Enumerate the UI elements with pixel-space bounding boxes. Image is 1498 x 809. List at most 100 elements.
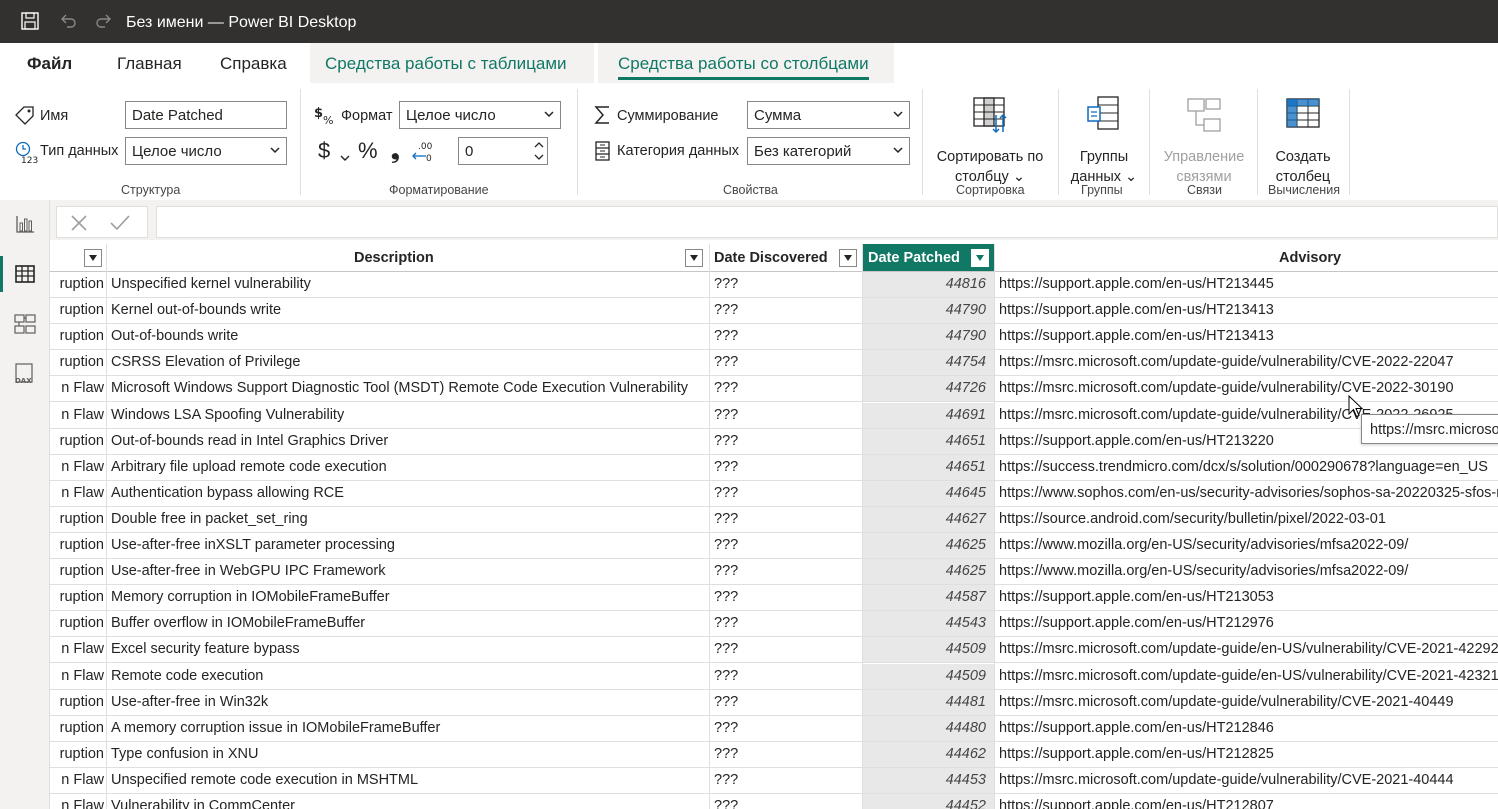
- column-header-date-patched[interactable]: Date Patched: [863, 244, 994, 272]
- cell-type[interactable]: n Flaw: [54, 768, 104, 793]
- cell-date-discovered[interactable]: ???: [714, 481, 858, 506]
- table-row[interactable]: ruption Use-after-free in WebGPU IPC Fram…: [50, 559, 1498, 586]
- cell-advisory[interactable]: https://www.sophos.com/en-us/security-ad…: [999, 481, 1498, 506]
- cell-advisory[interactable]: https://success.trendmicro.com/dcx/s/sol…: [999, 455, 1498, 480]
- cell-description[interactable]: Kernel out-of-bounds write: [111, 298, 705, 323]
- filter-dropdown-icon[interactable]: [839, 249, 857, 267]
- tab-home[interactable]: Главная: [117, 54, 182, 74]
- manage-relationships-button[interactable]: Управление связями: [1155, 95, 1253, 187]
- cell-description[interactable]: Type confusion in XNU: [111, 742, 705, 767]
- cell-date-patched[interactable]: 44790: [863, 298, 994, 324]
- table-row[interactable]: n Flaw Vulnerability in CommCenter??? 4445…: [50, 794, 1498, 809]
- cell-advisory[interactable]: https://support.apple.com/en-us/HT213053: [999, 585, 1498, 610]
- cell-type[interactable]: n Flaw: [54, 403, 104, 428]
- cell-date-discovered[interactable]: ???: [714, 298, 858, 323]
- cell-advisory[interactable]: https://msrc.microsoft.com/update-guide/…: [999, 664, 1498, 689]
- table-row[interactable]: n Flaw Authentication bypass allowing RCE…: [50, 480, 1498, 507]
- table-row[interactable]: ruption Buffer overflow in IOMobileFrameB…: [50, 611, 1498, 638]
- cell-date-discovered[interactable]: ???: [714, 768, 858, 793]
- comma-style-button[interactable]: ❟: [391, 138, 400, 164]
- cell-date-patched[interactable]: 44627: [863, 506, 994, 532]
- cell-date-patched[interactable]: 44651: [863, 454, 994, 480]
- cell-date-discovered[interactable]: ???: [714, 690, 858, 715]
- cell-description[interactable]: Excel security feature bypass: [111, 637, 705, 662]
- cell-advisory[interactable]: https://msrc.microsoft.com/update-guide/…: [999, 637, 1498, 662]
- summarize-select[interactable]: Сумма: [747, 101, 910, 129]
- cell-type[interactable]: ruption: [54, 533, 104, 558]
- cell-date-discovered[interactable]: ???: [714, 455, 858, 480]
- table-row[interactable]: ruption Use-after-free inXSLT parameter p…: [50, 533, 1498, 559]
- percent-format-button[interactable]: %: [358, 138, 378, 164]
- cancel-icon[interactable]: [69, 213, 89, 233]
- cell-date-patched[interactable]: 44481: [863, 689, 994, 715]
- table-row[interactable]: n Flaw Arbitrary file upload remote code …: [50, 454, 1498, 481]
- cell-type[interactable]: ruption: [54, 611, 104, 636]
- cell-advisory[interactable]: https://msrc.microsoft.com/update-guide/…: [999, 350, 1498, 375]
- cell-date-patched[interactable]: 44816: [863, 272, 994, 297]
- datatype-select[interactable]: Целое число: [125, 137, 287, 165]
- cell-type[interactable]: n Flaw: [54, 794, 104, 809]
- cell-type[interactable]: ruption: [54, 324, 104, 349]
- cell-advisory[interactable]: https://support.apple.com/en-us/HT213445: [999, 272, 1498, 297]
- cell-date-discovered[interactable]: ???: [714, 403, 858, 428]
- cell-date-patched[interactable]: 44651: [863, 428, 994, 454]
- currency-format-button[interactable]: $: [318, 138, 330, 164]
- cell-description[interactable]: Microsoft Windows Support Diagnostic Too…: [111, 376, 705, 401]
- cell-date-patched[interactable]: 44543: [863, 611, 994, 637]
- cell-date-discovered[interactable]: ???: [714, 350, 858, 375]
- cell-date-patched[interactable]: 44462: [863, 741, 994, 767]
- cell-type[interactable]: ruption: [54, 585, 104, 610]
- commit-check-icon[interactable]: [109, 213, 131, 233]
- table-row[interactable]: ruption Double free in packet_set_ring???…: [50, 506, 1498, 533]
- table-row[interactable]: ruption Out-of-bounds read in Intel Graph…: [50, 428, 1498, 455]
- table-row[interactable]: ruption Use-after-free in Win32k??? 44481 h…: [50, 689, 1498, 716]
- cell-advisory[interactable]: https://www.mozilla.org/en-US/security/a…: [999, 533, 1498, 558]
- table-row[interactable]: n Flaw Remote code execution??? 44509 https…: [50, 663, 1498, 690]
- cell-advisory[interactable]: https://msrc.microsoft.com/update-guide/…: [999, 768, 1498, 793]
- cell-date-discovered[interactable]: ???: [714, 716, 858, 741]
- cell-date-patched[interactable]: 44453: [863, 767, 994, 793]
- cell-type[interactable]: n Flaw: [54, 664, 104, 689]
- cell-date-patched[interactable]: 44726: [863, 376, 994, 402]
- cell-date-discovered[interactable]: ???: [714, 324, 858, 349]
- tab-file[interactable]: Файл: [27, 54, 72, 74]
- cell-date-discovered[interactable]: ???: [714, 794, 858, 809]
- cell-date-discovered[interactable]: ???: [714, 611, 858, 636]
- cell-date-patched[interactable]: 44509: [863, 637, 994, 663]
- data-groups-button[interactable]: Группы данных ⌄: [1064, 95, 1144, 187]
- sort-by-column-button[interactable]: Сортировать по столбцу ⌄: [930, 95, 1050, 187]
- cell-type[interactable]: ruption: [54, 716, 104, 741]
- cell-description[interactable]: Out-of-bounds read in Intel Graphics Dri…: [111, 429, 705, 454]
- cell-description[interactable]: Buffer overflow in IOMobileFrameBuffer: [111, 611, 705, 636]
- table-row[interactable]: ruption Out-of-bounds write??? 44790 https:…: [50, 324, 1498, 351]
- cell-description[interactable]: Out-of-bounds write: [111, 324, 705, 349]
- cell-description[interactable]: CSRSS Elevation of Privilege: [111, 350, 705, 375]
- spinner-icon[interactable]: [533, 139, 545, 168]
- redo-icon[interactable]: [92, 9, 116, 33]
- cell-type[interactable]: ruption: [54, 742, 104, 767]
- dax-query-view-button[interactable]: DAX: [0, 352, 49, 396]
- report-view-button[interactable]: [0, 202, 49, 246]
- cell-date-discovered[interactable]: ???: [714, 585, 858, 610]
- table-row[interactable]: ruption Unspecified kernel vulnerability?…: [50, 272, 1498, 298]
- cell-date-patched[interactable]: 44625: [863, 533, 994, 558]
- cell-advisory[interactable]: https://support.apple.com/en-us/HT213413: [999, 298, 1498, 323]
- cell-date-discovered[interactable]: ???: [714, 637, 858, 662]
- cell-type[interactable]: ruption: [54, 690, 104, 715]
- cell-advisory[interactable]: https://support.apple.com/en-us/HT213413: [999, 324, 1498, 349]
- cell-type[interactable]: ruption: [54, 350, 104, 375]
- column-header-date-discovered[interactable]: Date Discovered: [710, 244, 862, 272]
- filter-dropdown-icon[interactable]: [971, 249, 989, 267]
- tab-help[interactable]: Справка: [220, 54, 287, 74]
- cell-description[interactable]: Remote code execution: [111, 664, 705, 689]
- cell-date-discovered[interactable]: ???: [714, 742, 858, 767]
- cell-advisory[interactable]: https://msrc.microsoft.com/update-guide/…: [999, 376, 1498, 401]
- chevron-down-icon[interactable]: [340, 149, 350, 167]
- cell-description[interactable]: Use-after-free in WebGPU IPC Framework: [111, 559, 705, 584]
- cell-advisory[interactable]: https://support.apple.com/en-us/HT212825: [999, 742, 1498, 767]
- filter-dropdown-icon[interactable]: [685, 249, 703, 267]
- cell-date-discovered[interactable]: ???: [714, 429, 858, 454]
- cell-description[interactable]: A memory corruption issue in IOMobileFra…: [111, 716, 705, 741]
- cell-date-patched[interactable]: 44645: [863, 480, 994, 506]
- save-icon[interactable]: [18, 9, 42, 33]
